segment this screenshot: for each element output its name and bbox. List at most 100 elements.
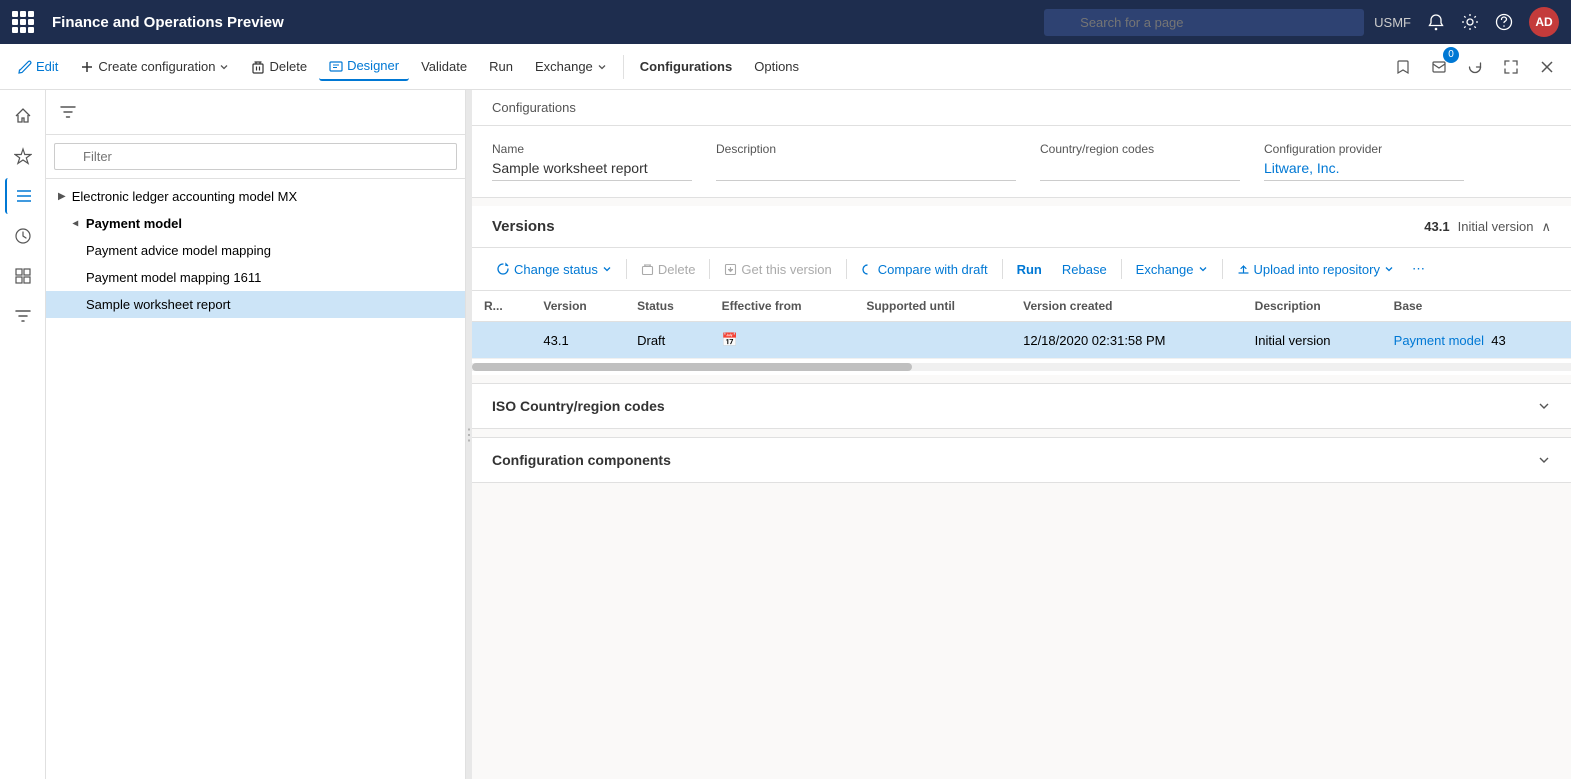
versions-table-wrapper: R... Version Status Effective from Suppo… bbox=[472, 291, 1571, 375]
ver-sep-2 bbox=[709, 259, 710, 279]
provider-field: Configuration provider Litware, Inc. bbox=[1264, 142, 1464, 181]
versions-title: Versions bbox=[492, 218, 555, 235]
cell-base: Payment model 43 bbox=[1382, 322, 1571, 359]
upload-repository-button[interactable]: Upload into repository bbox=[1229, 257, 1402, 282]
app-grid-icon[interactable] bbox=[12, 11, 34, 33]
delete-button[interactable]: Delete bbox=[241, 53, 317, 80]
tree-item-electronic-ledger[interactable]: ▶ Electronic ledger accounting model MX bbox=[46, 183, 465, 210]
expand-icon[interactable] bbox=[1495, 51, 1527, 83]
get-this-version-button[interactable]: Get this version bbox=[716, 257, 839, 282]
tree-content: ▶ Electronic ledger accounting model MX … bbox=[46, 179, 465, 779]
tree-item-payment-model-1611[interactable]: Payment model mapping 1611 bbox=[46, 264, 465, 291]
col-header-effective-from: Effective from bbox=[710, 291, 855, 322]
horizontal-scrollbar[interactable] bbox=[472, 363, 1571, 371]
scroll-thumb[interactable] bbox=[472, 363, 912, 371]
close-icon[interactable] bbox=[1531, 51, 1563, 83]
cell-effective-from[interactable]: 📅 bbox=[710, 322, 855, 359]
country-label: Country/region codes bbox=[1040, 142, 1240, 156]
chevron-left-icon: ▼ bbox=[69, 219, 80, 229]
version-status: Initial version bbox=[1458, 219, 1534, 234]
tree-item-label: Payment advice model mapping bbox=[86, 243, 271, 258]
change-status-button[interactable]: Change status bbox=[488, 257, 620, 282]
app-title: Finance and Operations Preview bbox=[52, 14, 1034, 31]
compare-with-draft-button[interactable]: Compare with draft bbox=[853, 257, 996, 282]
panel-notification-icon[interactable]: 0 bbox=[1423, 51, 1455, 83]
designer-button[interactable]: Designer bbox=[319, 52, 409, 81]
sidebar-icon-home[interactable] bbox=[5, 98, 41, 134]
tree-item-label: Sample worksheet report bbox=[86, 297, 231, 312]
edit-button[interactable]: Edit bbox=[8, 53, 68, 80]
col-header-description: Description bbox=[1243, 291, 1382, 322]
versions-collapse-btn[interactable]: ∧ bbox=[1541, 219, 1551, 235]
sidebar-icon-workspaces[interactable] bbox=[5, 258, 41, 294]
provider-value[interactable]: Litware, Inc. bbox=[1264, 160, 1464, 181]
ver-sep-1 bbox=[626, 259, 627, 279]
exchange-button[interactable]: Exchange bbox=[525, 53, 617, 80]
iso-title: ISO Country/region codes bbox=[492, 398, 665, 414]
cell-version: 43.1 bbox=[531, 322, 625, 359]
components-section-header[interactable]: Configuration components bbox=[472, 438, 1571, 483]
description-value bbox=[716, 160, 1016, 181]
ver-sep-3 bbox=[846, 259, 847, 279]
sidebar-icon-favorites[interactable] bbox=[5, 138, 41, 174]
tree-item-label: Payment model bbox=[86, 216, 182, 231]
sidebar-icon-recent[interactable] bbox=[5, 218, 41, 254]
configurations-tab-button[interactable]: Configurations bbox=[630, 53, 742, 80]
form-row: Name Sample worksheet report Description… bbox=[492, 142, 1551, 181]
tree-filter-icon[interactable] bbox=[54, 98, 82, 126]
name-field: Name Sample worksheet report bbox=[492, 142, 692, 181]
sidebar-icon-active[interactable] bbox=[5, 178, 41, 214]
company-code: USMF bbox=[1374, 15, 1411, 30]
run-button[interactable]: Run bbox=[479, 53, 523, 80]
tree-item-sample-worksheet[interactable]: Sample worksheet report bbox=[46, 291, 465, 318]
components-section: Configuration components bbox=[472, 437, 1571, 483]
main-layout: ▶ Electronic ledger accounting model MX … bbox=[0, 90, 1571, 779]
notification-icon[interactable] bbox=[1427, 13, 1445, 31]
versions-exchange-chevron bbox=[1198, 264, 1208, 274]
col-header-version: Version bbox=[531, 291, 625, 322]
filter-input[interactable] bbox=[54, 143, 457, 170]
calendar-icon[interactable]: 📅 bbox=[722, 332, 738, 347]
versions-delete-button[interactable]: Delete bbox=[633, 257, 704, 282]
sidebar bbox=[0, 90, 46, 779]
search-wrapper bbox=[1044, 9, 1364, 36]
action-bar: Edit Create configuration Delete Designe… bbox=[0, 44, 1571, 90]
ver-sep-5 bbox=[1121, 259, 1122, 279]
sidebar-icon-filter[interactable] bbox=[5, 298, 41, 334]
ver-sep-6 bbox=[1222, 259, 1223, 279]
cell-description: Initial version bbox=[1243, 322, 1382, 359]
top-nav: Finance and Operations Preview USMF AD bbox=[0, 0, 1571, 44]
help-icon[interactable] bbox=[1495, 13, 1513, 31]
validate-button[interactable]: Validate bbox=[411, 53, 477, 80]
more-button[interactable]: ⋯ bbox=[1406, 256, 1431, 282]
options-tab-button[interactable]: Options bbox=[744, 53, 809, 80]
country-value bbox=[1040, 160, 1240, 181]
col-header-supported-until: Supported until bbox=[854, 291, 1011, 322]
versions-exchange-button[interactable]: Exchange bbox=[1128, 257, 1216, 282]
versions-toolbar: Change status Delete bbox=[472, 248, 1571, 291]
tree-item-payment-advice[interactable]: Payment advice model mapping bbox=[46, 237, 465, 264]
iso-chevron-icon bbox=[1537, 399, 1551, 413]
edit-icon bbox=[18, 60, 32, 74]
versions-run-button[interactable]: Run bbox=[1009, 257, 1050, 282]
refresh-icon[interactable] bbox=[1459, 51, 1491, 83]
base-link[interactable]: Payment model bbox=[1394, 333, 1484, 348]
upload-icon bbox=[1237, 263, 1250, 276]
tree-item-payment-model[interactable]: ▼ Payment model bbox=[46, 210, 465, 237]
bookmark-icon[interactable] bbox=[1387, 51, 1419, 83]
iso-section-header[interactable]: ISO Country/region codes bbox=[472, 384, 1571, 429]
chevron-down-icon bbox=[219, 62, 229, 72]
components-chevron-icon bbox=[1537, 453, 1551, 467]
global-search-input[interactable] bbox=[1044, 9, 1364, 36]
table-row[interactable]: 43.1 Draft 📅 12/18/2020 02:31:58 PM Init… bbox=[472, 322, 1571, 359]
versions-delete-icon bbox=[641, 263, 654, 276]
create-configuration-button[interactable]: Create configuration bbox=[70, 53, 239, 80]
iso-section: ISO Country/region codes bbox=[472, 383, 1571, 429]
versions-header: Versions 43.1 Initial version ∧ bbox=[472, 206, 1571, 248]
chevron-right-icon: ▶ bbox=[58, 191, 66, 202]
avatar[interactable]: AD bbox=[1529, 7, 1559, 37]
settings-icon[interactable] bbox=[1461, 13, 1479, 31]
designer-icon bbox=[329, 59, 343, 73]
configuration-form: Name Sample worksheet report Description… bbox=[472, 126, 1571, 198]
rebase-button[interactable]: Rebase bbox=[1054, 257, 1115, 282]
